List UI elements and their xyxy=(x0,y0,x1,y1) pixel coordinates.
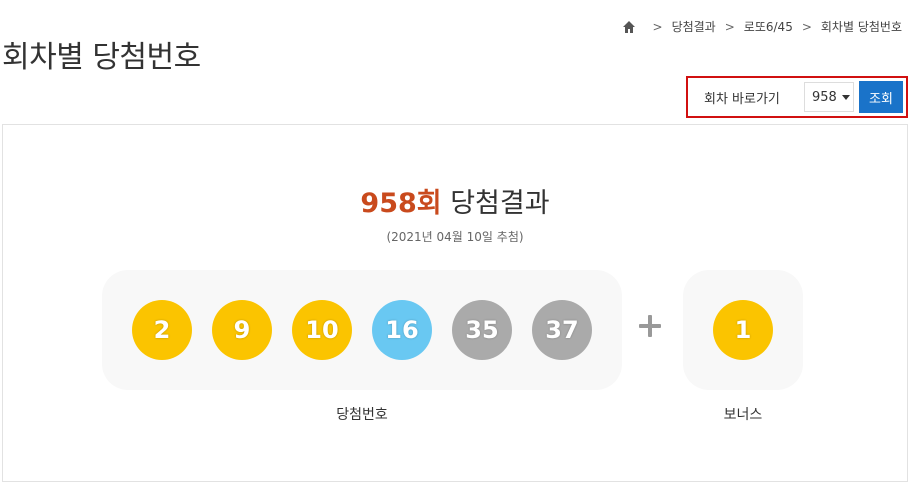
result-heading: 958회 당첨결과 xyxy=(3,181,907,220)
bonus-label: 보너스 xyxy=(723,407,763,423)
page-title: 회차별 당첨번호 xyxy=(2,40,201,76)
result-heading-text: 당첨결과 xyxy=(441,188,550,219)
round-number: 958회 xyxy=(360,188,442,219)
winning-ball: 16 xyxy=(372,300,432,360)
chevron-right-icon: > xyxy=(724,19,735,34)
caret-down-icon xyxy=(841,94,850,100)
round-jump-box: 회차 바로가기 958 조회 xyxy=(686,76,908,118)
round-select[interactable]: 958 xyxy=(804,82,854,112)
winning-ball: 37 xyxy=(532,300,592,360)
winning-ball: 35 xyxy=(452,300,512,360)
round-jump-label: 회차 바로가기 xyxy=(704,91,780,107)
draw-date: (2021년 04월 10일 추첨) xyxy=(386,230,524,244)
breadcrumb-item-lotto645[interactable]: 로또6/45 xyxy=(744,18,793,35)
plus-icon xyxy=(639,315,661,337)
search-button[interactable]: 조회 xyxy=(859,81,903,113)
chevron-right-icon: > xyxy=(801,19,812,34)
winning-ball: 2 xyxy=(132,300,192,360)
home-icon[interactable] xyxy=(622,20,636,34)
breadcrumb: > 당첨결과 > 로또6/45 > 회차별 당첨번호 xyxy=(622,18,902,35)
winning-numbers-label: 당첨번호 xyxy=(336,407,388,423)
breadcrumb-item-results[interactable]: 당첨결과 xyxy=(672,18,716,35)
page: 회차별 당첨번호 > 당첨결과 > 로또6/45 > 회차별 당첨번호 회차 바… xyxy=(0,0,912,492)
bonus-ball: 1 xyxy=(713,300,773,360)
result-box: 958회 당첨결과 (2021년 04월 10일 추첨) 2 9 10 16 35 37 … xyxy=(2,124,908,482)
breadcrumb-item-current: 회차별 당첨번호 xyxy=(820,20,902,34)
round-select-value: 958 xyxy=(812,89,837,105)
chevron-right-icon: > xyxy=(652,19,663,34)
bonus-number-panel: 1 xyxy=(683,270,803,390)
winning-ball: 9 xyxy=(212,300,272,360)
winning-ball: 10 xyxy=(292,300,352,360)
winning-numbers-panel: 2 9 10 16 35 37 xyxy=(102,270,622,390)
